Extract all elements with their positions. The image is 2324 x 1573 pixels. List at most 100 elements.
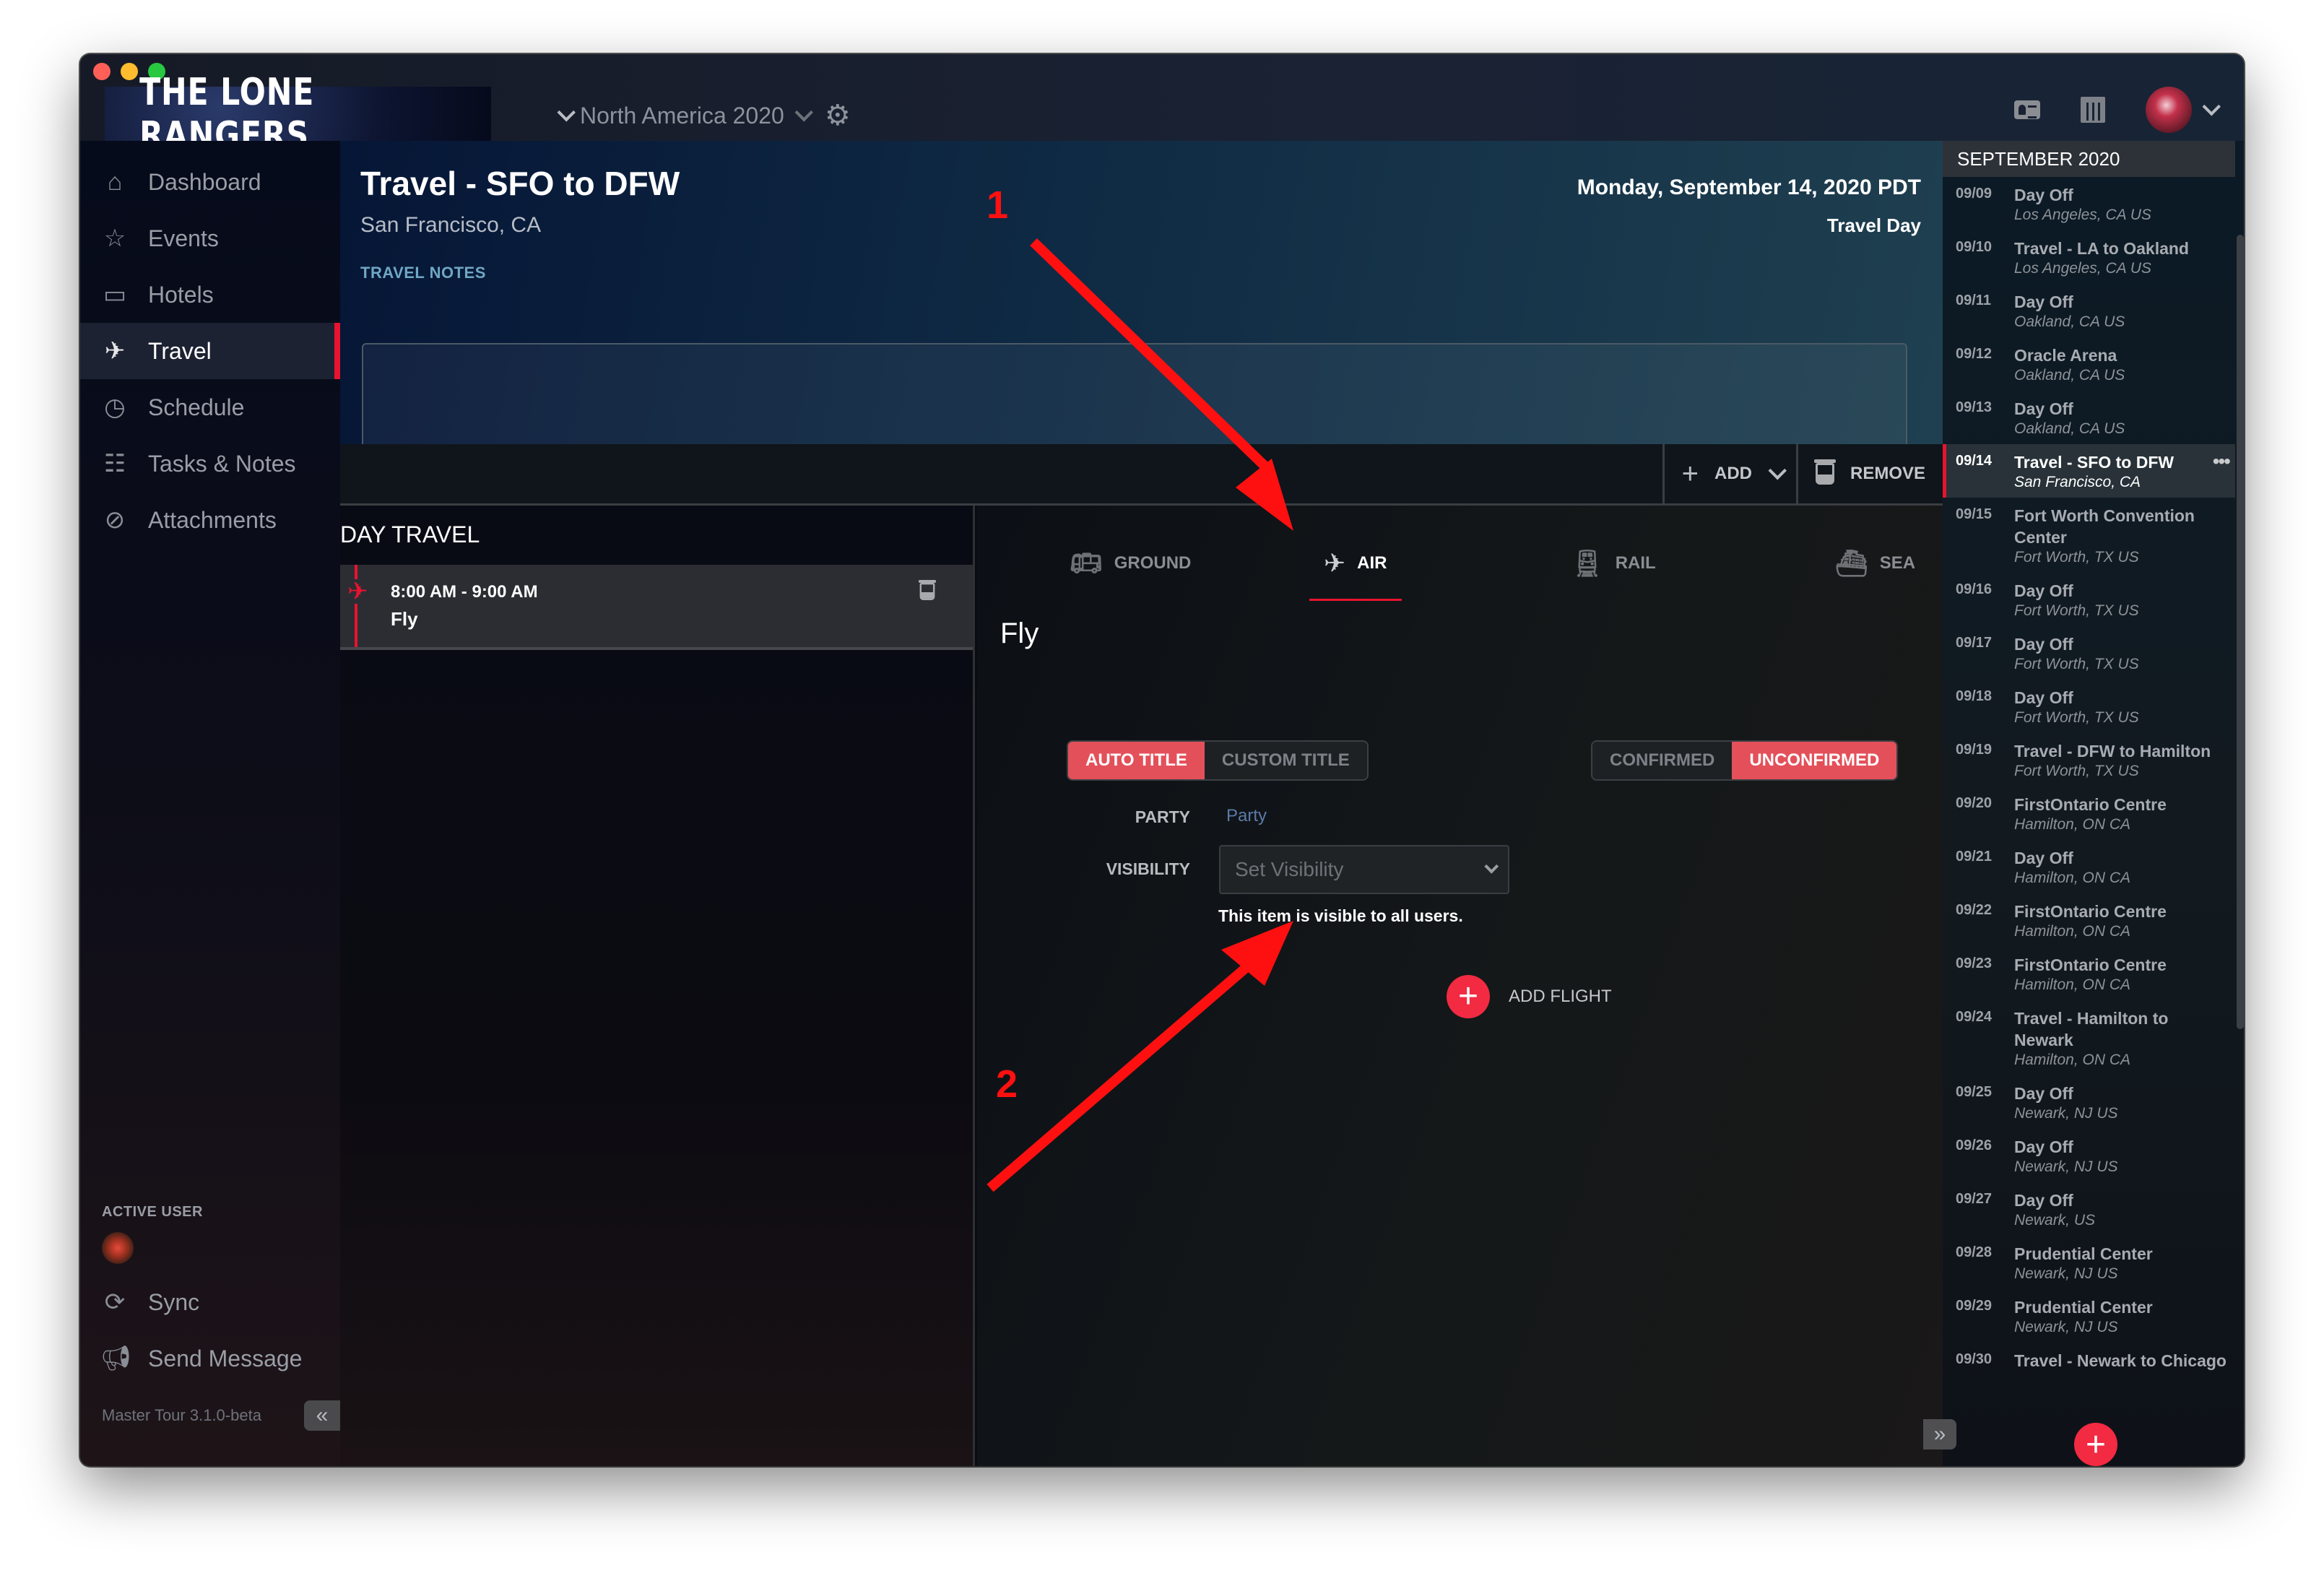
calendar-item-date: 09/23 [1956, 956, 1993, 971]
calendar-item-date: 09/29 [1956, 1298, 1993, 1314]
train-icon: 🚆︎ [1571, 548, 1604, 578]
minimize-window-button[interactable] [121, 63, 138, 80]
tab-ground[interactable]: 🚌︎ GROUND [1070, 534, 1191, 592]
calendar-item[interactable]: 09/15 Fort Worth Convention Center Fort Wo… [1943, 498, 2235, 573]
tab-air[interactable]: ✈ AIR [1309, 534, 1401, 601]
travel-item-name: Fly [391, 608, 418, 630]
calendar-item-title: FirstOntario Centre [2014, 956, 2167, 974]
chevron-down-icon [1484, 859, 1499, 874]
day-travel-panel: DAY TRAVEL ✈ 8:00 AM - 9:00 AM Fly [340, 506, 975, 1466]
day-date: Monday, September 14, 2020 PDT [1577, 176, 1921, 199]
tab-label: SEA [1879, 553, 1916, 573]
party-label: PARTY [1135, 807, 1190, 826]
tour-selector-value: North America 2020 [580, 102, 784, 129]
tab-rail[interactable]: 🚆︎ RAIL [1571, 534, 1656, 592]
avatar [2146, 87, 2192, 133]
calendar-item[interactable]: 09/18 Day Off Fort Worth, TX US [1943, 680, 2235, 733]
calendar-item-date: 09/25 [1956, 1084, 1993, 1100]
calendar-item[interactable]: 09/11 Day Off Oakland, CA US [1943, 284, 2235, 337]
add-day-button[interactable]: + [2074, 1423, 2117, 1466]
confirmed-option[interactable]: CONFIRMED [1592, 742, 1733, 779]
sidebar-item-schedule[interactable]: ◷ Schedule [80, 379, 340, 436]
sidebar-item-attachments[interactable]: ⊘ Attachments [80, 492, 340, 548]
calendar-item[interactable]: 09/30 Travel - Newark to Chicago [1943, 1343, 2235, 1377]
calendar-item-title: Travel - DFW to Hamilton [2014, 742, 2211, 760]
sync-button[interactable]: ⟳ Sync [80, 1274, 340, 1330]
calendar-item[interactable]: 09/16 Day Off Fort Worth, TX US [1943, 573, 2235, 626]
gear-icon[interactable]: ⚙ [825, 99, 851, 132]
calendar-item-location: Fort Worth, TX US [2014, 709, 2139, 726]
clock-icon: ◷ [104, 394, 126, 421]
app-window: THE LONE RANGERS North America 2020 ⚙ ⌂ … [80, 54, 2244, 1466]
calendar-item[interactable]: 09/19 Travel - DFW to Hamilton Fort Worth,… [1943, 733, 2235, 786]
megaphone-icon: 📢︎ [100, 1345, 132, 1372]
calendar-item[interactable]: 09/25 Day Off Newark, NJ US [1943, 1075, 2235, 1129]
calendar-item-date: 09/11 [1956, 292, 1991, 308]
tab-sea[interactable]: ⛴ SEA [1835, 534, 1915, 592]
sidebar-item-events[interactable]: ☆ Events [80, 210, 340, 266]
calendar-item[interactable]: 09/26 Day Off Newark, NJ US [1943, 1129, 2235, 1182]
add-flight-button[interactable]: + ADD FLIGHT [1447, 975, 1612, 1018]
calendar-item[interactable]: 09/13 Day Off Oakland, CA US [1943, 391, 2235, 444]
visibility-select[interactable]: Set Visibility [1219, 845, 1509, 894]
auto-title-option[interactable]: AUTO TITLE [1068, 742, 1205, 779]
calendar-icon[interactable] [2081, 97, 2105, 123]
expand-panel-button[interactable]: » [1923, 1419, 1956, 1450]
chevron-down-icon [794, 103, 813, 122]
calendar-item[interactable]: 09/27 Day Off Newark, US [1943, 1182, 2235, 1236]
calendar-item[interactable]: 09/12 Oracle Arena Oakland, CA US [1943, 337, 2235, 391]
sidebar-item-travel[interactable]: ✈ Travel [80, 323, 340, 379]
calendar-item[interactable]: 09/09 Day Off Los Angeles, CA US [1943, 177, 2235, 230]
calendar-item[interactable]: 09/22 FirstOntario Centre Hamilton, ON CA [1943, 893, 2235, 947]
more-options-icon[interactable]: ••• [2213, 451, 2231, 472]
sidebar: ⌂ Dashboard ☆ Events ▭ Hotels ✈ Travel ◷… [80, 141, 340, 1466]
calendar-item[interactable]: 09/24 Travel - Hamilton to Newark Hamilton… [1943, 1000, 2235, 1075]
calendar-item[interactable]: 09/20 FirstOntario Centre Hamilton, ON CA [1943, 786, 2235, 840]
calendar-item[interactable]: 09/21 Day Off Hamilton, ON CA [1943, 840, 2235, 893]
travel-notes-input[interactable] [362, 343, 1907, 457]
confirmation-toggle: CONFIRMED UNCONFIRMED [1591, 740, 1899, 781]
calendar-item-date: 09/15 [1956, 506, 1993, 522]
contact-card-icon[interactable] [2014, 100, 2040, 119]
calendar-item-location: Hamilton, ON CA [2014, 1052, 2131, 1068]
title-mode-toggle: AUTO TITLE CUSTOM TITLE [1067, 740, 1369, 781]
page-title: Travel - SFO to DFW [360, 165, 680, 202]
calendar-item[interactable]: 09/23 FirstOntario Centre Hamilton, ON CA [1943, 947, 2235, 1000]
calendar-item-date: 09/17 [1956, 635, 1993, 651]
active-user-avatar[interactable] [102, 1232, 134, 1264]
tour-selector[interactable]: North America 2020 ⚙ [557, 99, 851, 132]
calendar-item[interactable]: 09/10 Travel - LA to Oakland Los Angeles, … [1943, 230, 2235, 284]
send-message-button[interactable]: 📢︎ Send Message [80, 1330, 340, 1387]
custom-title-option[interactable]: CUSTOM TITLE [1204, 742, 1367, 779]
user-menu[interactable] [2146, 87, 2221, 133]
sidebar-item-hotels[interactable]: ▭ Hotels [80, 266, 340, 323]
unconfirmed-option[interactable]: UNCONFIRMED [1732, 742, 1897, 779]
calendar-scrollbar[interactable] [2237, 235, 2244, 1029]
calendar-item-title: Day Off [2014, 581, 2073, 600]
calendar-item-location: Newark, NJ US [2014, 1105, 2118, 1122]
add-button[interactable]: + ADD [1662, 444, 1798, 503]
calendar-item[interactable]: 09/17 Day Off Fort Worth, TX US [1943, 626, 2235, 680]
calendar-item-title: Travel - SFO to DFW [2014, 453, 2175, 472]
calendar-item[interactable]: 09/28 Prudential Center Newark, NJ US [1943, 1236, 2235, 1289]
calendar-item[interactable]: 09/14 Travel - SFO to DFW San Francisco, C… [1943, 444, 2235, 498]
chevron-down-icon [2202, 98, 2221, 116]
list-item[interactable]: ✈ 8:00 AM - 9:00 AM Fly [340, 565, 973, 650]
calendar-item-title: Day Off [2014, 1138, 2073, 1156]
collapse-sidebar-button[interactable]: « [304, 1400, 340, 1431]
calendar-item-title: Prudential Center [2014, 1298, 2153, 1317]
calendar-item-title: Travel - LA to Oakland [2014, 239, 2189, 258]
tab-label: AIR [1357, 553, 1387, 573]
calendar-item[interactable]: 09/29 Prudential Center Newark, NJ US [1943, 1289, 2235, 1343]
calendar-item-title: FirstOntario Centre [2014, 902, 2167, 921]
trash-icon[interactable] [918, 580, 936, 600]
close-window-button[interactable] [93, 63, 110, 80]
suitcase-icon: ▭ [103, 281, 127, 308]
party-field[interactable]: Party [1226, 806, 1267, 826]
sidebar-item-tasks-notes[interactable]: ☷ Tasks & Notes [80, 436, 340, 492]
visibility-help-text: This item is visible to all users. [1218, 906, 1463, 925]
sidebar-item-label: Schedule [148, 394, 245, 420]
sidebar-item-dashboard[interactable]: ⌂ Dashboard [80, 154, 340, 210]
remove-button[interactable]: REMOVE [1795, 444, 1943, 503]
checklist-icon: ☷ [103, 450, 126, 477]
